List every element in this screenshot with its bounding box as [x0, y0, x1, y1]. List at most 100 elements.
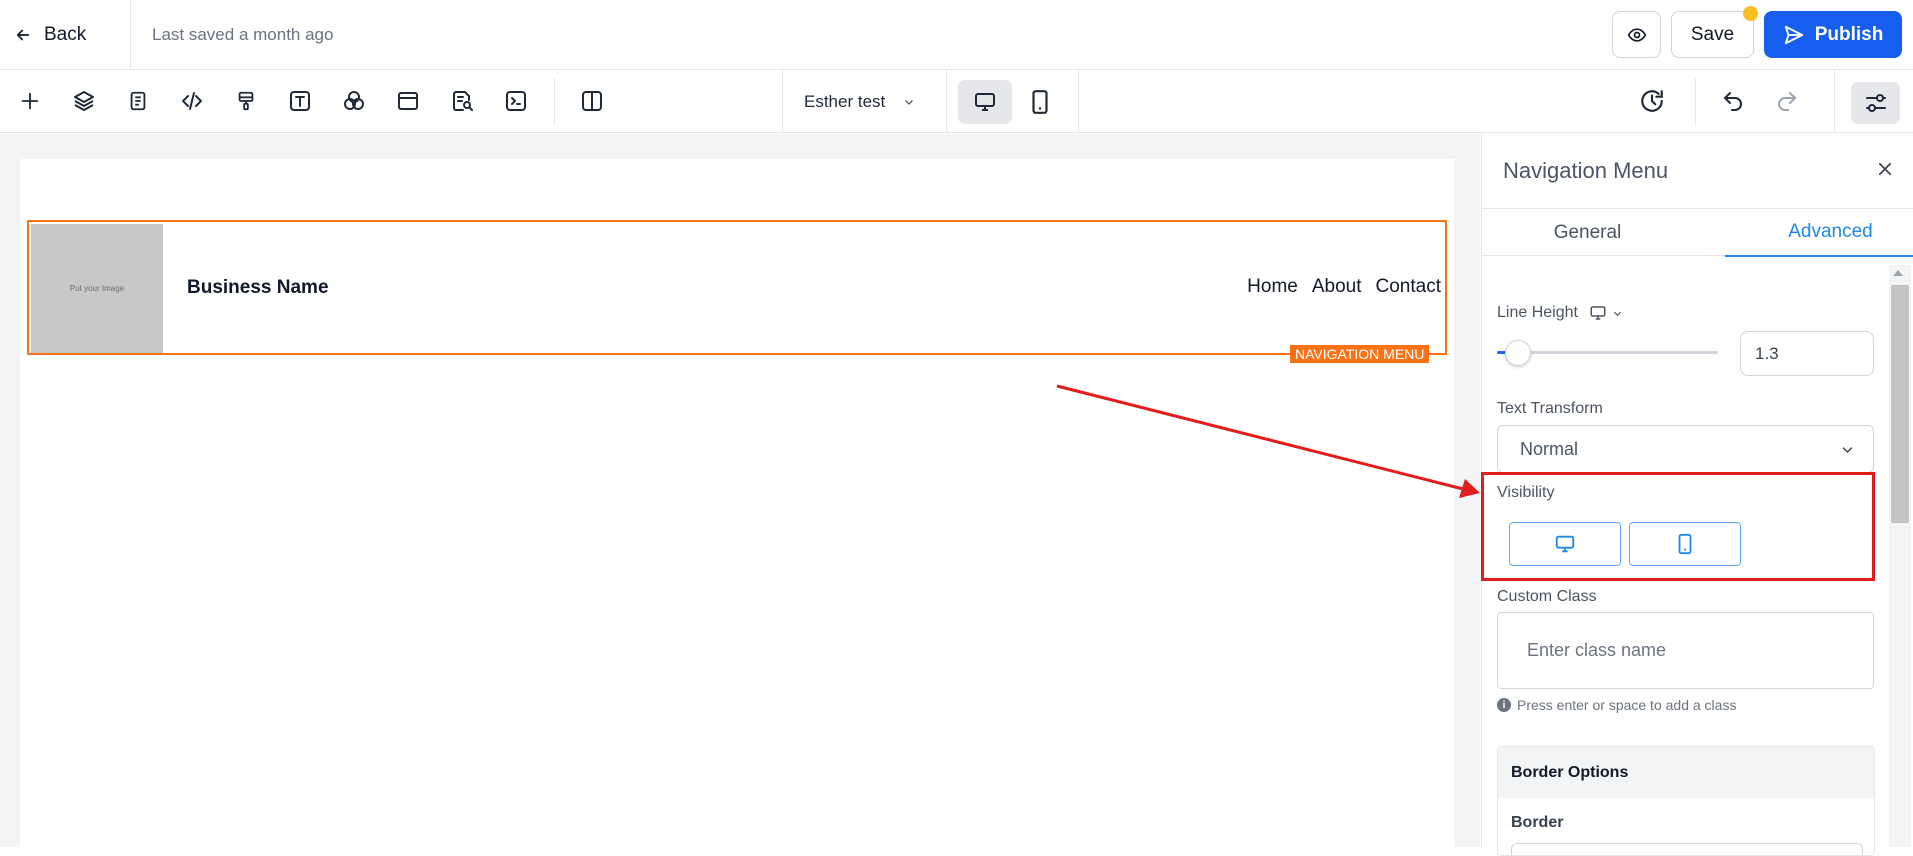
nav-link-contact[interactable]: Contact — [1376, 276, 1441, 298]
scroll-up-arrow[interactable] — [1893, 270, 1903, 276]
history-button[interactable] — [1636, 85, 1668, 117]
tab-general[interactable]: General — [1482, 209, 1693, 257]
sections-button[interactable] — [392, 85, 424, 117]
redo-icon — [1778, 92, 1796, 111]
chevron-down-icon — [905, 100, 914, 105]
send-icon — [1784, 25, 1803, 44]
publish-label: Publish — [1814, 23, 1884, 45]
split-view-icon — [582, 91, 602, 111]
page-selector-value: Esther test — [804, 92, 886, 111]
tracking-code-button[interactable] — [500, 85, 532, 117]
custom-class-input[interactable] — [1497, 612, 1874, 689]
add-icon — [21, 92, 39, 110]
redo-button[interactable] — [1771, 85, 1803, 117]
save-button[interactable]: Save — [1671, 11, 1754, 58]
back-label: Back — [44, 24, 87, 45]
desktop-icon — [1555, 535, 1575, 553]
chevron-down-icon — [1613, 311, 1622, 316]
seo-search-icon — [453, 91, 473, 111]
divider — [782, 70, 783, 133]
divider — [1834, 70, 1835, 133]
save-status: Last saved a month ago — [152, 25, 334, 44]
mobile-icon — [1032, 90, 1048, 114]
image-placeholder-text: Put your Image — [69, 284, 125, 293]
colors-button[interactable] — [338, 85, 370, 117]
eye-icon — [1627, 27, 1646, 42]
add-element-button[interactable] — [14, 85, 46, 117]
border-select[interactable] — [1511, 843, 1863, 855]
custom-class-hint: i Press enter or space to add a class — [1497, 697, 1736, 713]
layers-icon — [74, 91, 94, 111]
divider — [946, 70, 947, 133]
unsaved-indicator — [1743, 6, 1758, 21]
publish-button[interactable]: Publish — [1764, 11, 1902, 58]
navigation-menu-element[interactable]: Put your Image Business Name Home About … — [27, 220, 1447, 355]
info-icon: i — [1497, 698, 1511, 712]
close-panel-button[interactable] — [1872, 156, 1898, 182]
scroll-thumb[interactable] — [1891, 285, 1909, 523]
pages-button[interactable] — [122, 85, 154, 117]
line-height-slider[interactable] — [1497, 340, 1718, 366]
text-button[interactable] — [284, 85, 316, 117]
line-height-device-toggle[interactable] — [1588, 304, 1623, 322]
visibility-mobile-button[interactable] — [1629, 522, 1741, 566]
editor-toolbar: Esther test — [0, 70, 1913, 133]
nav-link-home[interactable]: Home — [1247, 276, 1298, 298]
custom-code-button[interactable] — [176, 85, 208, 117]
line-height-input[interactable] — [1740, 331, 1874, 376]
text-transform-label: Text Transform — [1497, 400, 1603, 417]
image-placeholder[interactable]: Put your Image — [31, 224, 163, 353]
page-icon — [130, 91, 146, 111]
panel-tabs: General Advanced — [1482, 208, 1913, 257]
page-selector[interactable]: Esther test — [804, 89, 915, 115]
line-height-label-text: Line Height — [1497, 304, 1578, 321]
border-options-section: Border Options Border — [1497, 746, 1875, 856]
mobile-icon — [1678, 533, 1692, 555]
text-transform-value: Normal — [1520, 438, 1579, 459]
text-icon — [290, 91, 310, 111]
tab-advanced[interactable]: Advanced — [1725, 209, 1913, 257]
border-label: Border — [1511, 814, 1564, 831]
layers-button[interactable] — [68, 85, 100, 117]
divider — [1078, 70, 1079, 133]
desktop-icon — [1590, 306, 1606, 320]
terminal-icon — [506, 91, 526, 111]
back-button[interactable]: Back — [14, 18, 86, 52]
preview-button[interactable] — [1612, 11, 1661, 58]
top-bar: Back Last saved a month ago Save Publish — [0, 0, 1913, 70]
panel-title: Navigation Menu — [1503, 158, 1669, 183]
settings-panel-toggle[interactable] — [1851, 82, 1900, 124]
history-icon — [1641, 90, 1663, 112]
seo-button[interactable] — [446, 85, 478, 117]
mobile-view-button[interactable] — [1020, 80, 1060, 124]
chevron-down-icon — [1842, 446, 1853, 453]
custom-class-label: Custom Class — [1497, 588, 1597, 605]
divider — [1695, 78, 1696, 126]
visibility-desktop-button[interactable] — [1509, 522, 1621, 566]
visibility-label: Visibility — [1497, 484, 1555, 501]
code-icon — [182, 92, 202, 110]
border-options-header[interactable]: Border Options — [1498, 747, 1874, 798]
paint-roller-icon — [238, 91, 254, 111]
business-name[interactable]: Business Name — [187, 277, 329, 299]
custom-class-hint-text: Press enter or space to add a class — [1517, 697, 1737, 713]
arrow-left-icon — [16, 29, 30, 41]
sliders-icon — [1865, 94, 1886, 112]
nav-link-about[interactable]: About — [1312, 276, 1362, 298]
slider-handle[interactable] — [1505, 340, 1531, 366]
nav-links: Home About Contact — [1247, 276, 1441, 298]
split-view-button[interactable] — [576, 85, 608, 117]
settings-panel: Navigation Menu General Advanced Line He… — [1481, 134, 1913, 856]
divider — [130, 0, 131, 70]
element-type-tag: NAVIGATION MENU — [1290, 345, 1430, 363]
panel-scrollbar[interactable] — [1889, 265, 1911, 847]
text-transform-select[interactable]: Normal — [1497, 425, 1874, 473]
blend-icon — [344, 91, 364, 110]
close-icon — [1878, 162, 1892, 176]
styles-button[interactable] — [230, 85, 262, 117]
desktop-view-button[interactable] — [958, 80, 1012, 124]
undo-button[interactable] — [1717, 85, 1749, 117]
browser-window-icon — [398, 92, 418, 110]
line-height-label: Line Height — [1497, 304, 1623, 322]
desktop-icon — [975, 93, 995, 111]
